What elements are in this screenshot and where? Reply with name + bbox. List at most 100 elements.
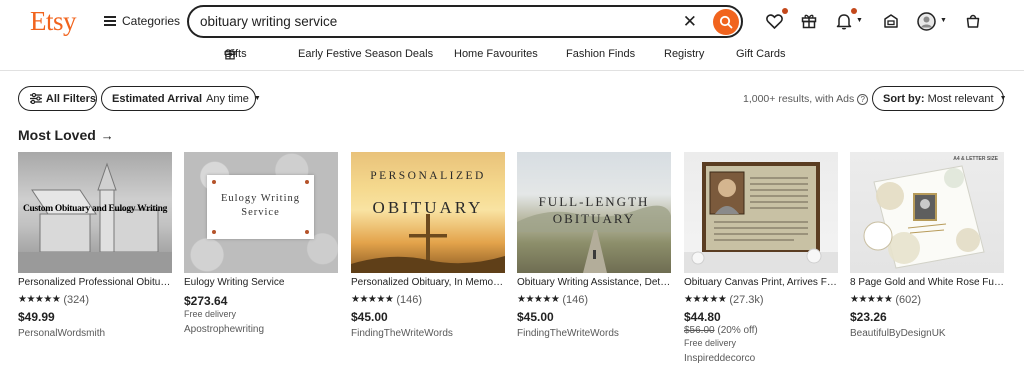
arrow-right-icon: → (100, 127, 114, 143)
product-card[interactable]: Eulogy Writing Service Eulogy Writing Se… (184, 152, 338, 336)
product-card[interactable]: FULL-LENGTH OBITUARY Obituary Writing As… (517, 152, 671, 340)
product-card[interactable]: Obituary Canvas Print, Arrives Framed ★★… (684, 152, 838, 365)
search-bar: ✕ (187, 5, 743, 38)
product-image[interactable]: A4 & LETTER SIZE (850, 152, 1004, 273)
product-price: $44.80 (684, 310, 721, 324)
notifications-button[interactable]: ▼ (833, 8, 863, 32)
categories-button[interactable]: Categories (104, 14, 180, 28)
bell-icon (836, 13, 852, 29)
subnav-item-gift-cards[interactable]: Gift Cards (736, 48, 786, 60)
sort-dropdown[interactable]: Sort by: Most relevant ▼ (872, 86, 1007, 111)
product-image-caption: A4 & LETTER SIZE (953, 156, 998, 162)
product-title[interactable]: Personalized Professional Obituary Writi… (18, 277, 172, 289)
all-filters-button[interactable]: All Filters (18, 86, 97, 111)
product-image-caption: Service (241, 207, 280, 218)
product-image[interactable] (684, 152, 838, 273)
subnav-item-home[interactable]: Home Favourites (454, 48, 538, 60)
star-rating-icon: ★★★★★ (850, 294, 893, 305)
review-count: (602) (895, 293, 922, 306)
favorites-button[interactable] (763, 8, 788, 32)
shop-name[interactable]: BeautifulByDesignUK (850, 328, 1004, 340)
product-rating: ★★★★★ (146) (351, 293, 505, 306)
cart-icon (966, 14, 980, 28)
product-image[interactable]: PERSONALIZED OBITUARY (351, 152, 505, 273)
subnav-item-registry[interactable]: Registry (664, 48, 704, 60)
estimated-arrival-label: Estimated Arrival (112, 92, 203, 105)
gift-mode-button[interactable] (798, 10, 820, 32)
account-button[interactable]: ▼ (915, 10, 947, 32)
results-count: 1,000+ results, with Ads ? (743, 93, 869, 105)
product-price: $23.26 (850, 310, 887, 324)
caret-down-icon: ▼ (856, 17, 863, 24)
product-price: $49.99 (18, 310, 55, 324)
product-title[interactable]: 8 Page Gold and White Rose Funeral Progr… (850, 277, 1004, 289)
review-count: (324) (63, 293, 90, 306)
all-filters-label: All Filters (45, 92, 96, 105)
clear-search-icon[interactable]: ✕ (683, 13, 697, 30)
product-card[interactable]: Custom Obituary and Eulogy Writing Perso… (18, 152, 172, 340)
cart-button[interactable] (962, 10, 984, 32)
subnav-item-fashion[interactable]: Fashion Finds (566, 48, 635, 60)
menu-icon (104, 16, 116, 26)
caret-down-icon: ▼ (999, 95, 1007, 102)
product-title[interactable]: Eulogy Writing Service (184, 277, 338, 289)
subnav-item-deals[interactable]: Early Festive Season Deals (298, 48, 433, 60)
product-image[interactable]: FULL-LENGTH OBITUARY (517, 152, 671, 273)
caret-down-icon: ▼ (940, 17, 947, 24)
shop-name[interactable]: Apostrophewriting (184, 324, 338, 336)
heart-icon (765, 13, 783, 29)
filter-icon (30, 93, 42, 104)
star-rating-icon: ★★★★★ (18, 294, 61, 305)
product-title[interactable]: Obituary Canvas Print, Arrives Framed (684, 277, 838, 289)
star-rating-icon: ★★★★★ (351, 294, 394, 305)
caret-down-icon: ▼ (253, 95, 261, 102)
shop-name[interactable]: FindingTheWriteWords (517, 328, 671, 340)
sort-value: Most relevant (927, 92, 994, 105)
subnav-item-gifts[interactable]: Gifts (224, 48, 247, 60)
shop-name[interactable]: PersonalWordsmith (18, 328, 172, 340)
product-image-caption: Custom Obituary and Eulogy Writing (22, 204, 168, 214)
product-title[interactable]: Personalized Obituary, In Memory Writing (351, 277, 505, 289)
review-count: (27.3k) (729, 293, 764, 306)
product-image[interactable]: Eulogy Writing Service (184, 152, 338, 273)
star-rating-icon: ★★★★★ (517, 294, 560, 305)
shop-name[interactable]: Inspireddecorco (684, 353, 838, 365)
review-count: (146) (562, 293, 589, 306)
gift-icon (801, 14, 817, 29)
search-button[interactable] (713, 9, 739, 35)
product-image-caption: OBITUARY (372, 198, 484, 217)
delivery-note: Free delivery (184, 309, 237, 319)
framed-canvas-print (684, 162, 838, 273)
delivery-note: Free delivery (684, 338, 737, 348)
categories-label: Categories (122, 14, 181, 28)
product-card[interactable]: PERSONALIZED OBITUARY Personalized Obitu… (351, 152, 505, 340)
help-icon[interactable]: ? (857, 93, 869, 105)
most-loved-heading[interactable]: Most Loved → (18, 127, 114, 143)
search-icon (719, 15, 733, 29)
shop-name[interactable]: FindingTheWriteWords (351, 328, 505, 340)
product-title[interactable]: Obituary Writing Assistance, Detailed Tr… (517, 277, 671, 289)
product-price: $45.00 (517, 310, 554, 324)
estimated-arrival-dropdown[interactable]: Estimated Arrival Any time ▼ (101, 86, 261, 111)
product-price: $45.00 (351, 310, 388, 324)
product-card[interactable]: A4 & LETTER SIZE 8 Page Gold and White R… (850, 152, 1004, 340)
product-image-caption: PERSONALIZED (370, 170, 486, 182)
results-text: 1,000+ results, with Ads (743, 93, 855, 105)
review-count: (146) (396, 293, 423, 306)
product-price: $273.64 (184, 294, 228, 308)
product-rating: ★★★★★ (602) (850, 293, 1004, 306)
notification-dot (782, 8, 788, 14)
sub-navigation: Gifts Early Festive Season Deals Home Fa… (0, 48, 1024, 62)
product-rating: ★★★★★ (146) (517, 293, 671, 306)
product-image[interactable]: Custom Obituary and Eulogy Writing (18, 152, 172, 273)
product-image-card: Eulogy Writing Service (207, 175, 314, 239)
avatar-icon (916, 11, 936, 31)
product-image-caption: OBITUARY (552, 211, 636, 226)
star-rating-icon: ★★★★★ (684, 294, 727, 305)
search-input[interactable] (200, 14, 670, 29)
section-title: Most Loved (18, 127, 96, 143)
header-divider (0, 70, 1024, 71)
etsy-logo[interactable]: Etsy (30, 6, 77, 37)
registry-button[interactable] (880, 10, 902, 32)
product-image-caption: Eulogy Writing (220, 193, 300, 204)
